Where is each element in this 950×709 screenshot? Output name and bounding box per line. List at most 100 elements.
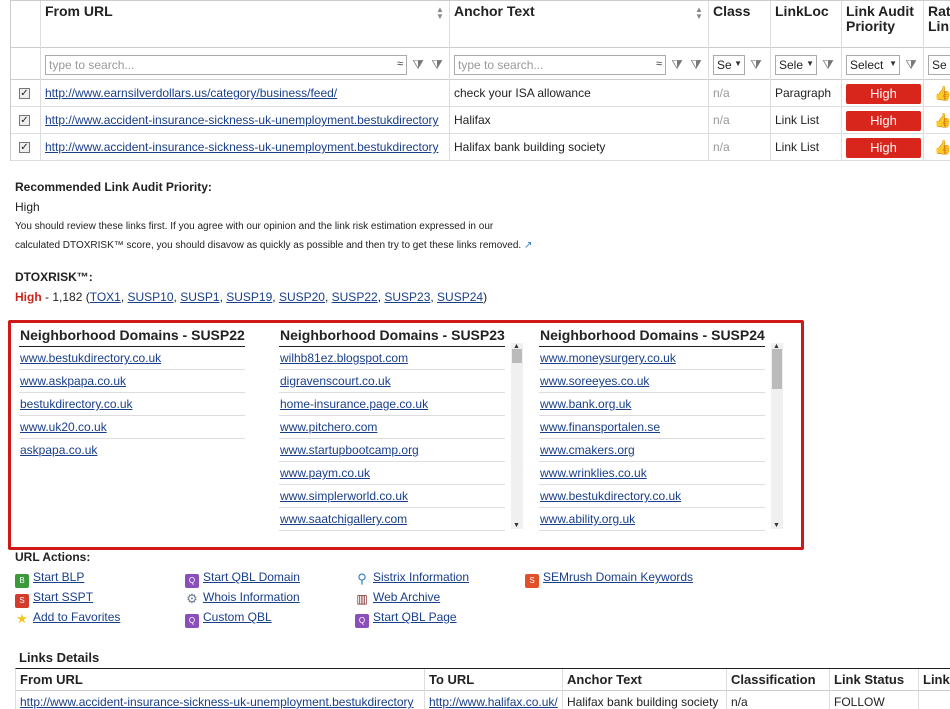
semrush-icon: S: [525, 574, 539, 588]
list-item: www.startupbootcamp.org: [279, 439, 505, 462]
thumb-rating-icon[interactable]: 👍: [934, 86, 950, 100]
sort-arrows-icon[interactable]: ▲ ▼: [436, 6, 444, 21]
grid-header: From URL ▲ ▼ Anchor Text ▲ ▼ Class LinkLoc…: [11, 0, 950, 49]
scroll-down-icon[interactable]: ▼: [773, 522, 780, 529]
dtox-rule-link[interactable]: SUSP23: [384, 290, 430, 304]
table-row[interactable]: http://www.accident-insurance-sickness-u…: [16, 691, 950, 709]
class-filter-select[interactable]: Se ▼: [713, 55, 745, 75]
row-checkbox[interactable]: ✓: [19, 88, 30, 99]
sort-arrows-icon[interactable]: ▲ ▼: [695, 6, 703, 21]
link-cell: [919, 691, 950, 709]
web-archive-action[interactable]: ▥ Web Archive: [355, 590, 440, 606]
column-header-link-audit-priority[interactable]: Link Audit Priority: [842, 1, 924, 49]
list-item: www.finansportalen.se: [539, 416, 765, 439]
column-header-linkloc[interactable]: LinkLoc: [771, 1, 842, 49]
dtox-rule-link[interactable]: SUSP19: [226, 290, 272, 304]
list-item: www.paym.co.uk: [279, 462, 505, 485]
scrollbar-thumb[interactable]: [512, 349, 522, 363]
class-cell: n/a: [709, 107, 771, 134]
clear-filter-icon[interactable]: ⧩: [747, 56, 765, 74]
whois-information-action[interactable]: ⚙ Whois Information: [185, 590, 300, 606]
to-url-link[interactable]: http://www.halifax.co.uk/: [429, 695, 558, 709]
sistrix-icon: ⚲: [357, 571, 367, 586]
start-blp-action[interactable]: B Start BLP: [15, 570, 84, 588]
list-item: www.moneysurgery.co.uk: [539, 347, 765, 370]
dtox-rule-link[interactable]: SUSP10: [128, 290, 174, 304]
row-checkbox[interactable]: ✓: [19, 142, 30, 153]
scrollbar[interactable]: ▲ ▼: [771, 343, 783, 529]
sistrix-information-action[interactable]: ⚲ Sistrix Information: [355, 570, 469, 586]
audit-priority-heading: Recommended Link Audit Priority:: [15, 180, 212, 194]
priority-filter-select[interactable]: Select ▼: [846, 55, 900, 75]
filter-icon[interactable]: ⧩: [668, 56, 686, 74]
clear-filter-icon[interactable]: ⧩: [428, 56, 446, 74]
anchor-text-cell: check your ISA allowance: [450, 80, 709, 107]
column-header-anchor-text[interactable]: Anchor Text ▲ ▼: [450, 1, 709, 49]
clear-filter-icon[interactable]: ⧩: [819, 56, 837, 74]
list-item: www.soreeyes.co.uk: [539, 370, 765, 393]
from-url-link[interactable]: http://www.accident-insurance-sickness-u…: [20, 695, 414, 709]
approx-match-icon[interactable]: ≈: [397, 58, 403, 70]
table-row[interactable]: ✓ http://www.accident-insurance-sickness…: [11, 134, 950, 161]
list-item: www.askpapa.co.uk: [19, 370, 245, 393]
linkloc-cell: Link List: [771, 134, 842, 161]
from-url-link[interactable]: http://www.accident-insurance-sickness-u…: [45, 113, 439, 127]
column-header-class[interactable]: Class: [709, 1, 771, 49]
linkloc-cell: Link List: [771, 107, 842, 134]
priority-badge: High: [846, 138, 921, 158]
neighborhood-title: Neighborhood Domains - SUSP22: [19, 327, 245, 347]
from-url-link[interactable]: http://www.earnsilverdollars.us/category…: [45, 86, 337, 100]
clear-filter-icon[interactable]: ⧩: [902, 56, 920, 74]
start-sspt-action[interactable]: S Start SSPT: [15, 590, 93, 608]
thumb-rating-icon[interactable]: 👍: [934, 113, 950, 127]
priority-badge: High: [846, 84, 921, 104]
column-header-rating[interactable]: Rat Link: [924, 1, 950, 49]
anchor-text-cell: Halifax bank building society: [450, 134, 709, 161]
whois-icon: ⚙: [186, 591, 198, 606]
column-header-classification[interactable]: Classification: [727, 669, 830, 691]
list-item: bestukdirectory.co.uk: [19, 393, 245, 416]
thumb-rating-icon[interactable]: 👍: [934, 140, 950, 154]
dtox-rule-link[interactable]: SUSP1: [180, 290, 219, 304]
column-header-to-url[interactable]: To URL: [425, 669, 563, 691]
audit-description-line2: calculated DTOXRISK™ score, you should d…: [15, 240, 522, 251]
add-to-favorites-action[interactable]: ★ Add to Favorites: [15, 610, 120, 626]
dtox-rule-link[interactable]: SUSP22: [332, 290, 378, 304]
semrush-domain-keywords-action[interactable]: S SEMrush Domain Keywords: [525, 570, 693, 588]
from-url-search-input[interactable]: type to search... ≈: [45, 55, 407, 75]
from-url-link[interactable]: http://www.accident-insurance-sickness-u…: [45, 140, 439, 154]
url-actions-heading: URL Actions:: [15, 550, 91, 564]
table-row[interactable]: ✓ http://www.earnsilverdollars.us/catego…: [11, 80, 950, 107]
external-link-icon[interactable]: ↗: [524, 240, 532, 251]
scrollbar-thumb[interactable]: [772, 349, 782, 389]
custom-qbl-icon: Q: [185, 614, 199, 628]
filter-icon[interactable]: ⧩: [409, 56, 427, 74]
dtox-rule-link[interactable]: TOX1: [90, 290, 121, 304]
list-item: www.cmakers.org: [539, 439, 765, 462]
row-checkbox[interactable]: ✓: [19, 115, 30, 126]
column-header-link-status[interactable]: Link Status: [830, 669, 919, 691]
custom-qbl-action[interactable]: Q Custom QBL: [185, 610, 272, 628]
list-item: www.bestukdirectory.co.uk: [539, 485, 765, 508]
anchor-text-search-input[interactable]: type to search... ≈: [454, 55, 666, 75]
clear-filter-icon[interactable]: ⧩: [687, 56, 705, 74]
start-qbl-domain-action[interactable]: Q Start QBL Domain: [185, 570, 300, 588]
column-header-anchor-text[interactable]: Anchor Text: [563, 669, 727, 691]
scrollbar[interactable]: ▲ ▼: [511, 343, 523, 529]
linkloc-filter-select[interactable]: Sele ▼: [775, 55, 817, 75]
anchor-text-cell: Halifax: [450, 107, 709, 134]
column-header-from-url[interactable]: From URL ▲ ▼: [41, 1, 450, 49]
list-item: www.ability.org.uk: [539, 508, 765, 531]
audit-description-line1: You should review these links first. If …: [15, 221, 494, 232]
approx-match-icon[interactable]: ≈: [656, 58, 662, 70]
column-header-link[interactable]: Link: [919, 669, 950, 691]
neighborhood-list-susp23: Neighborhood Domains - SUSP23 wilhb81ez.…: [279, 327, 505, 531]
column-header-from-url[interactable]: From URL: [16, 669, 425, 691]
table-row[interactable]: ✓ http://www.accident-insurance-sickness…: [11, 107, 950, 134]
dtox-rule-link[interactable]: SUSP20: [279, 290, 325, 304]
start-qbl-page-action[interactable]: Q Start QBL Page: [355, 610, 457, 628]
dtox-rule-link[interactable]: SUSP24: [437, 290, 483, 304]
list-item: www.saatchigallery.com: [279, 508, 505, 531]
rating-filter-select[interactable]: Se: [928, 55, 950, 75]
scroll-down-icon[interactable]: ▼: [513, 522, 520, 529]
